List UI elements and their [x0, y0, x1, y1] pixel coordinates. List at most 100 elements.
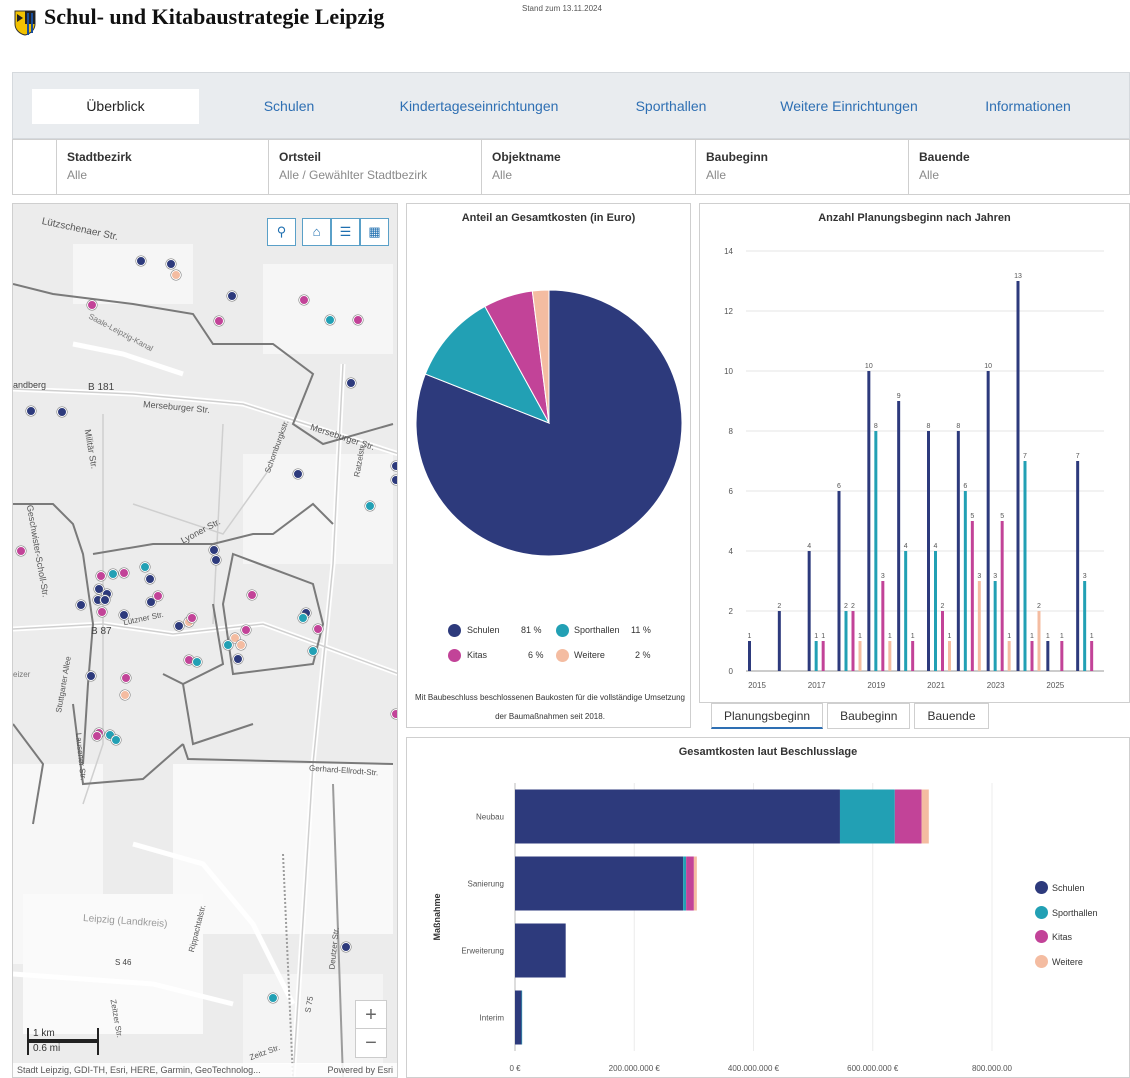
map-point-weitere[interactable] [236, 640, 246, 650]
pie-caption: Mit Baubeschluss beschlossenen Baukosten… [415, 693, 685, 721]
map-point-schulen[interactable] [211, 555, 221, 565]
map-point-kitas[interactable] [187, 613, 197, 623]
filter-stadtbezirk[interactable]: Stadtbezirk Alle [56, 140, 268, 194]
map-point-schulen[interactable] [57, 407, 67, 417]
legend-label-schulen: Schulen [467, 625, 500, 635]
map-point-sporthallen[interactable] [325, 315, 335, 325]
map-point-sporthallen[interactable] [192, 657, 202, 667]
x-tick-label: 2023 [987, 681, 1005, 690]
tab-kindertageseinrichtungen[interactable]: Kindertageseinrichtungen [379, 89, 579, 124]
legend-dot-weitere [1035, 955, 1048, 968]
tab-ueberblick[interactable]: Überblick [32, 89, 199, 124]
map-point-schulen[interactable] [86, 671, 96, 681]
map-point-kitas[interactable] [87, 300, 97, 310]
legend-value-sporthallen: 11 % [631, 625, 651, 635]
map-point-schulen[interactable] [391, 461, 397, 471]
map-point-kitas[interactable] [16, 546, 26, 556]
map-point-schulen[interactable] [119, 610, 129, 620]
bar-kitas-sanierung [686, 856, 694, 911]
bar-schulen-2024 [1016, 281, 1020, 671]
cost-chart[interactable]: 0 € 200.000.000 € 400.000.000 € 600.000.000… [407, 738, 1130, 1078]
filter-objektname[interactable]: Objektname Alle [481, 140, 695, 194]
legend-label-weitere: Weitere [574, 650, 605, 660]
map-point-kitas[interactable] [121, 673, 131, 683]
map-point-weitere[interactable] [171, 270, 181, 280]
bar-sporthallen-2017 [814, 641, 818, 671]
map-point-schulen[interactable] [227, 291, 237, 301]
powered-by-link[interactable]: Powered by Esri [327, 1063, 393, 1077]
x-tick-label: 600.000.000 € [847, 1064, 899, 1073]
map-point-schulen[interactable] [76, 600, 86, 610]
map-point-sporthallen[interactable] [308, 646, 318, 656]
bar-sporthallen-neubau [839, 789, 895, 844]
map-point-kitas[interactable] [214, 316, 224, 326]
map-point-schulen[interactable] [174, 621, 184, 631]
map-point-sporthallen[interactable] [111, 735, 121, 745]
map-point-sporthallen[interactable] [365, 501, 375, 511]
map-point-schulen[interactable] [293, 469, 303, 479]
map-point-kitas[interactable] [119, 568, 129, 578]
zoom-out-button[interactable]: − [356, 1029, 386, 1057]
bar-value-label: 7 [1023, 453, 1027, 460]
map-point-schulen[interactable] [136, 256, 146, 266]
map-point-kitas[interactable] [97, 607, 107, 617]
filter-label: Bauende [919, 150, 970, 164]
map-point-schulen[interactable] [341, 942, 351, 952]
bar-weitere-2021 [948, 641, 951, 671]
map-point-sporthallen[interactable] [298, 613, 308, 623]
filter-baubeginn[interactable]: Baubeginn Alle [695, 140, 908, 194]
home-icon[interactable]: ⌂ [302, 218, 331, 246]
map-point-kitas[interactable] [313, 624, 323, 634]
map-point-schulen[interactable] [209, 545, 219, 555]
map-point-kitas[interactable] [299, 295, 309, 305]
category-label: Interim [480, 1014, 505, 1023]
map-point-schulen[interactable] [100, 595, 110, 605]
tab-bauende[interactable]: Bauende [914, 703, 989, 729]
map-point-kitas[interactable] [96, 571, 106, 581]
bar-kitas-2019 [881, 581, 885, 671]
tab-baubeginn[interactable]: Baubeginn [827, 703, 911, 729]
bar-value-label: 4 [934, 543, 938, 550]
filter-bauende[interactable]: Bauende Alle [908, 140, 1129, 194]
bar-schulen-2016 [777, 611, 781, 671]
map-point-weitere[interactable] [120, 690, 130, 700]
tab-sporthallen[interactable]: Sporthallen [615, 89, 727, 124]
pie-chart[interactable] [407, 204, 692, 604]
map-point-kitas[interactable] [247, 590, 257, 600]
map-point-sporthallen[interactable] [223, 640, 233, 650]
tab-weitere-einrichtungen[interactable]: Weitere Einrichtungen [765, 89, 933, 124]
search-icon[interactable]: ⚲ [267, 218, 296, 246]
zoom-in-button[interactable]: + [356, 1001, 386, 1029]
bar-kitas-2017 [821, 641, 825, 671]
filter-ortsteil[interactable]: Ortsteil Alle / Gewählter Stadtbezirk [268, 140, 481, 194]
x-tick-label: 2015 [748, 681, 766, 690]
map-point-schulen[interactable] [26, 406, 36, 416]
map-point-schulen[interactable] [233, 654, 243, 664]
x-tick-label: 2017 [808, 681, 826, 690]
x-tick-label: 2019 [867, 681, 885, 690]
legend-list-icon[interactable]: ☰ [331, 218, 360, 246]
tab-planungsbeginn[interactable]: Planungsbeginn [711, 703, 824, 729]
bar-kitas-2023 [1000, 521, 1004, 671]
map-point-schulen[interactable] [145, 574, 155, 584]
map-point-kitas[interactable] [391, 709, 397, 719]
legend-label-kitas: Kitas [467, 650, 488, 660]
map-point-sporthallen[interactable] [268, 993, 278, 1003]
bar-value-label: 1 [1030, 633, 1034, 640]
map-point-kitas[interactable] [353, 315, 363, 325]
qr-code-icon[interactable]: ▦ [360, 218, 389, 246]
map-point-sporthallen[interactable] [108, 569, 118, 579]
map-point-kitas[interactable] [92, 731, 102, 741]
map-point-kitas[interactable] [153, 591, 163, 601]
map-point-schulen[interactable] [391, 475, 397, 485]
tab-informationen[interactable]: Informationen [969, 89, 1087, 124]
map-view[interactable]: Lützschenaer Str. Saale-Leipzig-Kanal B … [12, 203, 398, 1078]
map-point-sporthallen[interactable] [140, 562, 150, 572]
bar-chart[interactable]: 024681012141241 162 2110831941842186531035… [700, 204, 1130, 704]
map-point-kitas[interactable] [241, 625, 251, 635]
street-label: B 87 [91, 626, 112, 637]
bar-sporthallen-2023 [993, 581, 997, 671]
map-point-schulen[interactable] [166, 259, 176, 269]
tab-schulen[interactable]: Schulen [237, 89, 341, 124]
map-point-schulen[interactable] [346, 378, 356, 388]
